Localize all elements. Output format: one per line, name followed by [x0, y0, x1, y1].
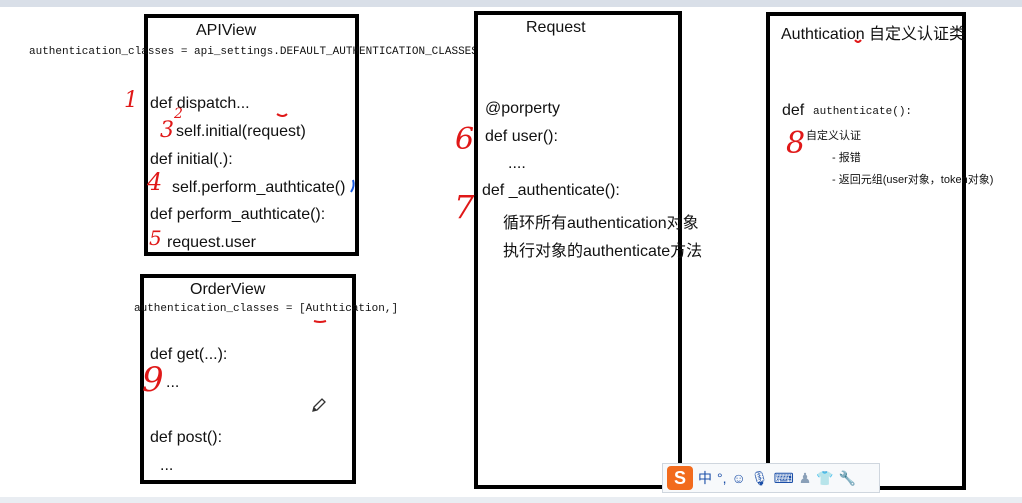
punctuation-icon[interactable]: °, [717, 469, 727, 487]
keyboard-icon[interactable]: ⌨ [774, 469, 794, 487]
emoji-icon[interactable]: ☺ [732, 469, 746, 487]
wrench-icon[interactable]: 🔧 [839, 469, 856, 487]
microphone-icon[interactable]: 🎙 [751, 469, 769, 487]
window-bottom-bar [0, 497, 1022, 503]
language-toggle[interactable]: 中 [698, 469, 712, 487]
user-icon[interactable]: ♟ [799, 469, 812, 487]
shirt-icon[interactable]: 👕 [816, 469, 833, 487]
sogou-logo-icon[interactable]: S [667, 466, 693, 490]
annotation-ticks [276, 39, 862, 323]
ime-toolbar[interactable]: S 中 °, ☺ 🎙 ⌨ ♟ 👕 🔧 [662, 463, 880, 493]
